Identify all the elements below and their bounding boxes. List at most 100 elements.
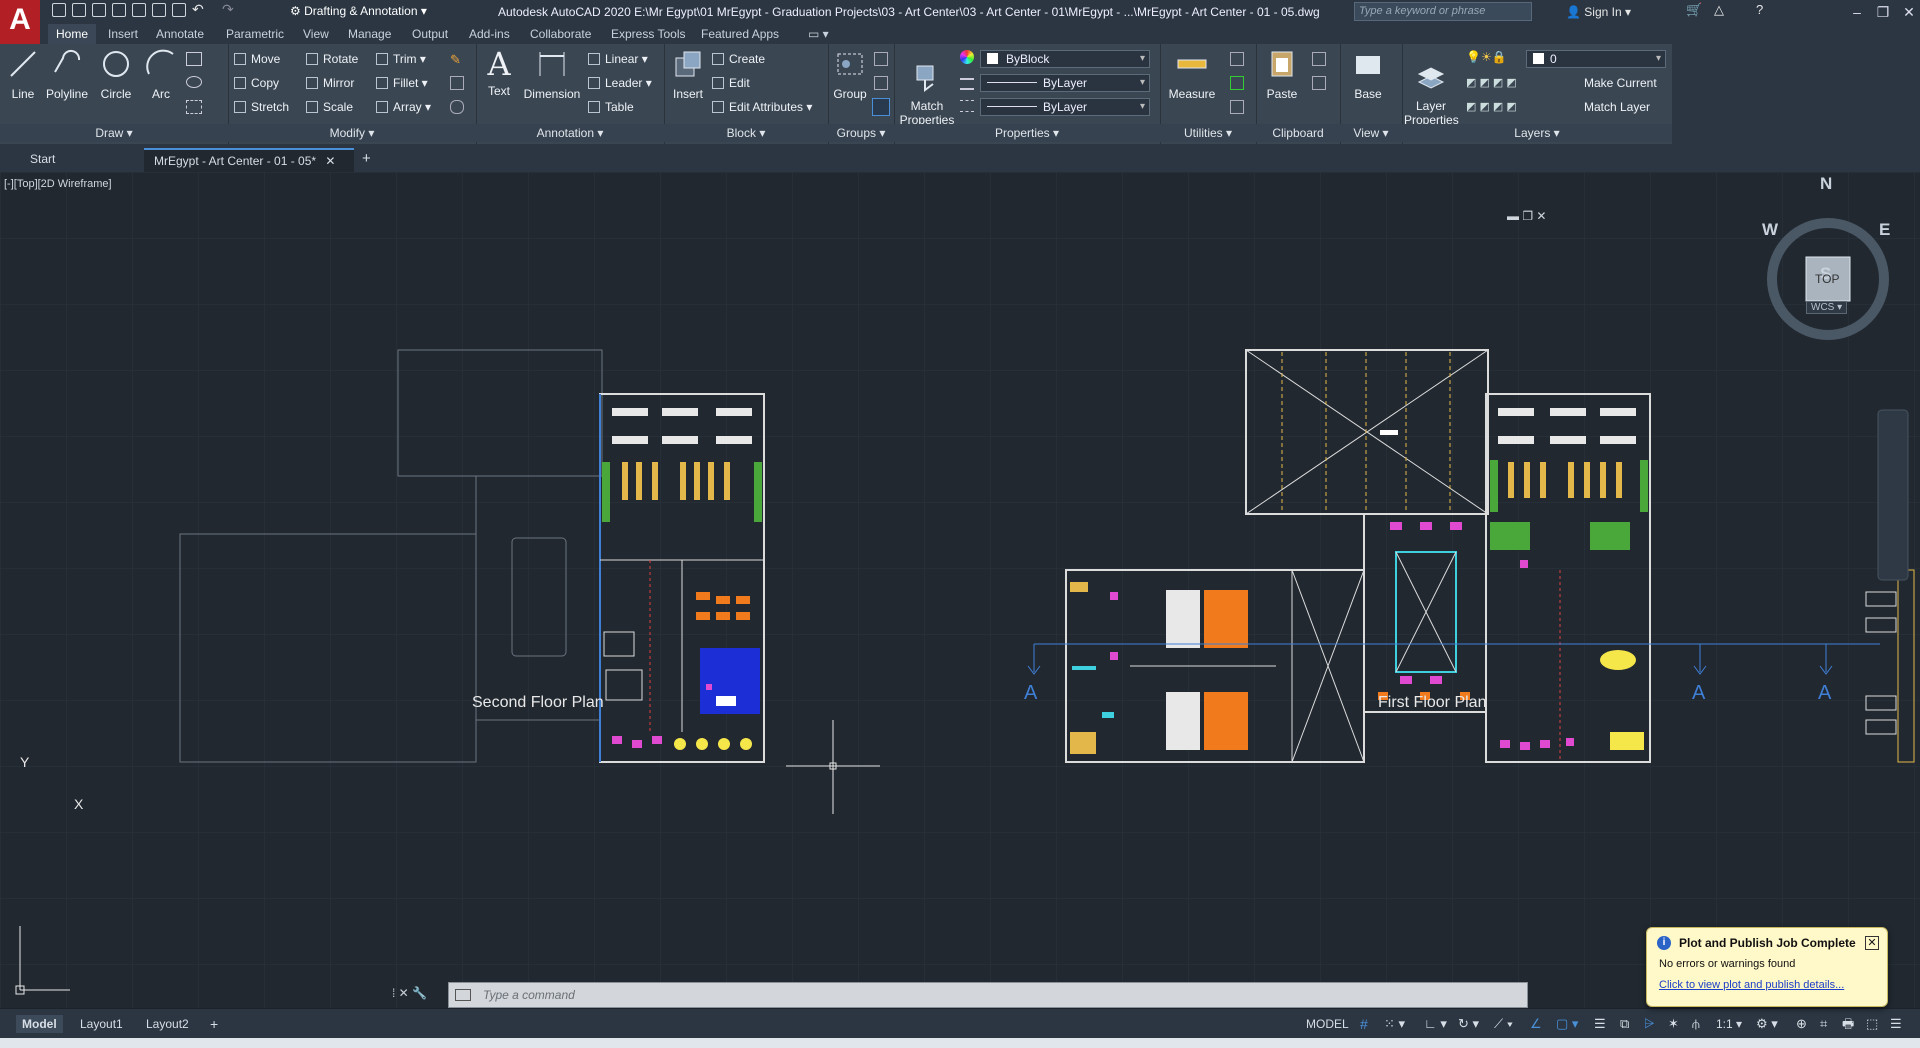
tab-insert[interactable]: Insert xyxy=(108,24,138,44)
selection-cycling-icon[interactable]: ⧉ xyxy=(1620,1015,1629,1033)
ungroup-icon[interactable] xyxy=(874,52,888,66)
workspace-switcher[interactable]: ⚙ Drafting & Annotation ▾ xyxy=(290,2,427,21)
group-edit-icon[interactable] xyxy=(874,76,888,90)
workspace-gear-icon[interactable]: ⚙ ▾ xyxy=(1756,1015,1778,1033)
tab-close-icon[interactable]: ✕ xyxy=(325,154,335,168)
cut-icon[interactable] xyxy=(1312,52,1326,66)
viewport-window-controls[interactable]: ▬ ❐ ✕ xyxy=(1507,209,1546,223)
layers-panel-label[interactable]: Layers ▾ xyxy=(1402,124,1672,142)
notification-close-icon[interactable]: ✕ xyxy=(1865,936,1879,950)
tab-annotate[interactable]: Annotate xyxy=(156,24,204,44)
rotate-button[interactable]: Rotate xyxy=(306,50,358,68)
compass-west[interactable]: W xyxy=(1762,220,1778,240)
tab-featured-apps[interactable]: Featured Apps xyxy=(701,24,779,44)
save-as-icon[interactable] xyxy=(112,3,126,17)
open-file-icon[interactable] xyxy=(72,3,86,17)
layout2-tab[interactable]: Layout2 xyxy=(146,1015,189,1033)
properties-panel-label[interactable]: Properties ▾ xyxy=(894,124,1160,142)
lineweight-dropdown[interactable]: ByLayer xyxy=(980,98,1150,116)
draw-panel-label[interactable]: Draw ▾ xyxy=(0,124,228,142)
base-button[interactable]: Base xyxy=(1348,48,1388,101)
calculator-icon[interactable] xyxy=(1230,100,1244,114)
plot-publish-icon[interactable]: 🖶 xyxy=(1842,1015,1854,1033)
utilities-panel-label[interactable]: Utilities ▾ xyxy=(1160,124,1256,142)
object-snap-icon[interactable]: ▢ ▾ xyxy=(1556,1015,1578,1033)
snap-icon[interactable]: ⁙ ▾ xyxy=(1384,1015,1405,1033)
mirror-button[interactable]: Mirror xyxy=(306,74,354,92)
ortho-icon[interactable]: ∟ ▾ xyxy=(1424,1015,1447,1033)
layout1-tab[interactable]: Layout1 xyxy=(80,1015,123,1033)
edit-attributes-button[interactable]: Edit Attributes ▾ xyxy=(712,98,812,116)
help-icon[interactable]: ? xyxy=(1756,2,1763,17)
undo-icon[interactable]: ↶ xyxy=(192,1,204,18)
fullscreen-icon[interactable]: ⬚ xyxy=(1866,1015,1878,1033)
layer-state-icons[interactable]: 💡☀🔒 xyxy=(1466,50,1507,64)
table-button[interactable]: Table xyxy=(588,98,634,116)
tab-collaborate[interactable]: Collaborate xyxy=(530,24,591,44)
polyline-button[interactable]: Polyline xyxy=(44,48,90,101)
object-snap-tracking-icon[interactable]: ∠ xyxy=(1530,1015,1542,1033)
erase-icon[interactable]: ✎ xyxy=(450,52,461,68)
new-file-icon[interactable] xyxy=(52,3,66,17)
annotation-visibility-icon[interactable]: ⩥ xyxy=(1644,1015,1654,1033)
create-block-button[interactable]: Create xyxy=(712,50,765,68)
tab-home[interactable]: Home xyxy=(48,24,97,44)
lineweight-display-icon[interactable]: ☰ xyxy=(1594,1015,1606,1033)
layer-properties-button[interactable]: Layer Properties xyxy=(1404,48,1459,127)
trim-button[interactable]: Trim ▾ xyxy=(376,50,426,68)
edit-block-button[interactable]: Edit xyxy=(712,74,750,92)
leader-button[interactable]: Leader ▾ xyxy=(588,74,652,92)
annotation-scale-icon[interactable]: ⫛ xyxy=(1692,1015,1700,1033)
dimension-button[interactable]: Dimension xyxy=(522,48,582,101)
group-select-icon[interactable] xyxy=(872,98,890,116)
explode-icon[interactable] xyxy=(450,76,464,90)
auto-scale-icon[interactable]: ✶ xyxy=(1668,1015,1679,1033)
annotation-monitor-icon[interactable]: ⊕ xyxy=(1796,1015,1807,1033)
stretch-button[interactable]: Stretch xyxy=(234,98,289,116)
navigation-bar[interactable] xyxy=(1877,409,1909,581)
tab-start[interactable]: Start xyxy=(20,148,140,170)
compass-north[interactable]: N xyxy=(1820,174,1832,194)
select-all-icon[interactable] xyxy=(1230,76,1244,90)
circle-button[interactable]: Circle xyxy=(96,48,136,101)
tab-add-ins[interactable]: Add-ins xyxy=(469,24,510,44)
a360-icon[interactable]: △ xyxy=(1714,2,1724,18)
ribbon-options-icon[interactable]: ▭ ▾ xyxy=(808,24,829,44)
layer-tools-row1-icons[interactable]: ◩ ◩ ◩ ◩ xyxy=(1466,76,1517,89)
measure-button[interactable]: Measure xyxy=(1164,48,1220,101)
annotation-scale-value[interactable]: 1:1 ▾ xyxy=(1716,1015,1742,1033)
grid-icon[interactable]: # xyxy=(1360,1015,1368,1033)
arc-button[interactable]: Arc xyxy=(144,48,178,101)
units-icon[interactable]: ⌗ xyxy=(1820,1015,1827,1033)
tab-parametric[interactable]: Parametric xyxy=(226,24,284,44)
drawing-viewport[interactable]: ▬ ❐ ✕ N S E W TOP WCS ▾ Y X Second Floor… xyxy=(0,172,1920,1008)
quick-select-icon[interactable] xyxy=(1230,52,1244,66)
annotation-panel-label[interactable]: Annotation ▾ xyxy=(476,124,664,142)
match-layer-button[interactable]: Match Layer xyxy=(1584,98,1650,116)
plot-icon[interactable] xyxy=(172,3,186,17)
hatch-icon[interactable] xyxy=(186,100,202,114)
command-line-close-icon[interactable]: ⁞ ✕ 🔧 xyxy=(392,986,427,1000)
command-line[interactable]: Type a command xyxy=(448,982,1528,1008)
layer-dropdown[interactable]: 0 xyxy=(1526,50,1666,68)
open-web-icon[interactable] xyxy=(132,3,146,17)
save-web-icon[interactable] xyxy=(152,3,166,17)
tab-output[interactable]: Output xyxy=(412,24,448,44)
text-button[interactable]: A Text xyxy=(482,48,516,98)
copy-button[interactable]: Copy xyxy=(234,74,279,92)
color-dropdown[interactable]: ByBlock xyxy=(980,50,1150,68)
modify-panel-label[interactable]: Modify ▾ xyxy=(228,124,476,142)
paste-button[interactable]: Paste xyxy=(1260,48,1304,101)
scale-button[interactable]: Scale xyxy=(306,98,353,116)
app-logo-icon[interactable]: A xyxy=(0,0,40,44)
layer-tools-row2-icons[interactable]: ◩ ◩ ◩ ◩ xyxy=(1466,100,1517,113)
tab-express-tools[interactable]: Express Tools xyxy=(611,24,685,44)
command-input[interactable]: Type a command xyxy=(483,983,575,1007)
match-properties-button[interactable]: Match Properties xyxy=(898,48,956,127)
model-space-toggle[interactable]: MODEL xyxy=(1306,1015,1349,1033)
offset-icon[interactable] xyxy=(450,100,464,114)
compass-east[interactable]: E xyxy=(1879,220,1890,240)
make-current-button[interactable]: Make Current xyxy=(1584,74,1657,92)
new-tab-icon[interactable]: + xyxy=(352,148,381,170)
view-panel-label[interactable]: View ▾ xyxy=(1340,124,1402,142)
